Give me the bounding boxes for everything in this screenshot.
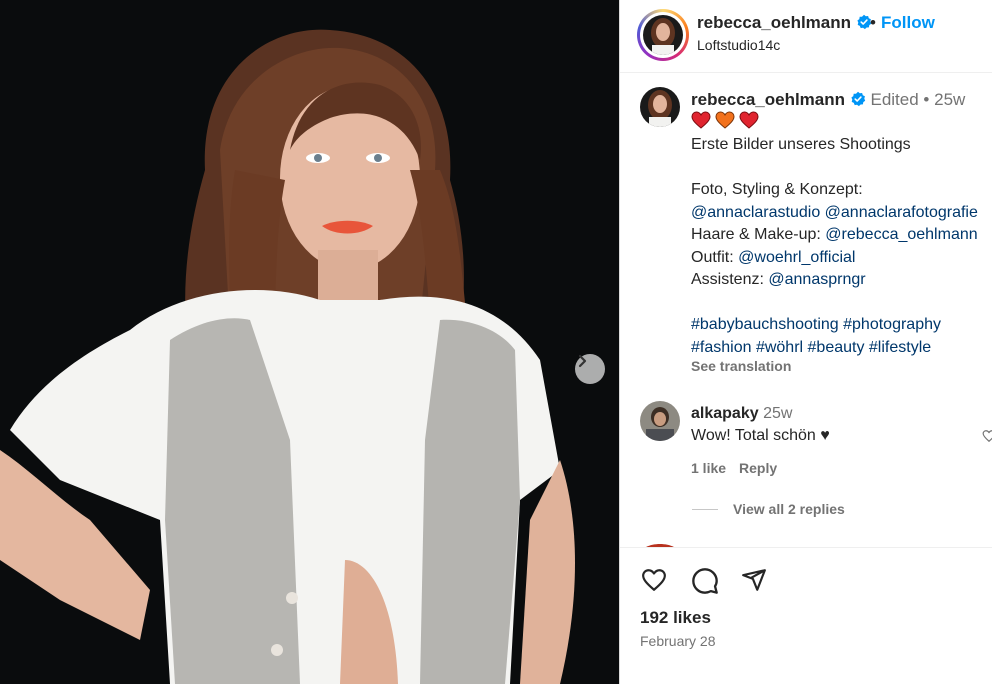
post-date[interactable]: February 28	[640, 633, 715, 649]
like-comment-heart-icon[interactable]	[982, 429, 992, 443]
caption-hashtags-2[interactable]: #fashion #wöhrl #beauty #lifestyle	[691, 337, 992, 360]
comments-section[interactable]: rebecca_oehlmann Edited • 25w Erste Bild…	[620, 73, 992, 547]
author-username[interactable]: rebecca_oehlmann	[697, 13, 872, 33]
see-translation-link[interactable]: See translation	[691, 358, 791, 374]
share-icon[interactable]	[740, 567, 768, 593]
caption-outfit-link[interactable]: @woehrl_official	[738, 249, 855, 266]
caption-hair-link[interactable]: @rebecca_oehlmann	[825, 226, 977, 243]
orange-heart-emoji-icon	[715, 111, 735, 129]
caption-text: Erste Bilder unseres Shootings Foto, Sty…	[691, 134, 992, 359]
view-replies-button[interactable]: View all 2 replies	[733, 501, 845, 517]
post-photo[interactable]	[0, 0, 619, 684]
comment-age[interactable]: 25w	[763, 405, 792, 422]
caption-credits-links[interactable]: @annaclarastudio @annaclarafotografie	[691, 202, 992, 225]
reply-button[interactable]: Reply	[739, 460, 777, 476]
caption-hashtags-1[interactable]: #babybauchshooting #photography	[691, 314, 992, 337]
next-image-button[interactable]	[575, 354, 605, 384]
follow-button[interactable]: Follow	[881, 13, 935, 33]
chevron-right-icon	[578, 354, 587, 368]
post-side-panel: rebecca_oehlmann • Follow Loftstudio14c …	[619, 0, 992, 684]
caption-age[interactable]: 25w	[934, 90, 965, 109]
caption-assist-label: Assistenz:	[691, 271, 764, 288]
comment-likes[interactable]: 1 like	[691, 460, 726, 476]
caption-header: rebecca_oehlmann Edited • 25w	[691, 90, 965, 110]
next-comment-avatar[interactable]	[640, 539, 680, 547]
caption-assist-link[interactable]: @annasprngr	[768, 271, 865, 288]
caption-outfit-label: Outfit:	[691, 248, 734, 266]
heart-emoji-icon	[739, 111, 759, 129]
replies-divider	[692, 509, 718, 510]
avatar-image	[643, 15, 683, 55]
edited-label: Edited	[870, 90, 919, 109]
commenter-avatar[interactable]	[640, 401, 680, 441]
caption-credits-heading: Foto, Styling & Konzept:	[691, 181, 863, 198]
caption-hair-label: Haare & Make-up:	[691, 226, 821, 243]
post-actions: 192 likes February 28	[620, 547, 992, 684]
author-avatar[interactable]	[637, 9, 689, 61]
caption-separator: •	[923, 90, 930, 109]
comment-icon[interactable]	[691, 567, 719, 595]
comment-header: alkapaky 25w	[691, 405, 792, 423]
author-username-text[interactable]: rebecca_oehlmann	[697, 13, 851, 32]
post-header: rebecca_oehlmann • Follow Loftstudio14c	[620, 0, 992, 73]
caption-author-avatar[interactable]	[640, 87, 680, 127]
verified-badge-icon	[851, 91, 865, 107]
like-heart-icon[interactable]	[640, 567, 668, 593]
caption-emojis	[691, 111, 759, 131]
caption-author-username[interactable]: rebecca_oehlmann	[691, 90, 845, 109]
comment-text: Wow! Total schön ♥	[691, 427, 830, 444]
likes-count[interactable]: 192 likes	[640, 608, 711, 628]
caption-title: Erste Bilder unseres Shootings	[691, 136, 911, 153]
post-location[interactable]: Loftstudio14c	[697, 37, 780, 53]
header-separator: •	[870, 13, 876, 32]
commenter-username[interactable]: alkapaky	[691, 405, 759, 422]
heart-emoji-icon	[691, 111, 711, 129]
post-image	[0, 0, 619, 684]
